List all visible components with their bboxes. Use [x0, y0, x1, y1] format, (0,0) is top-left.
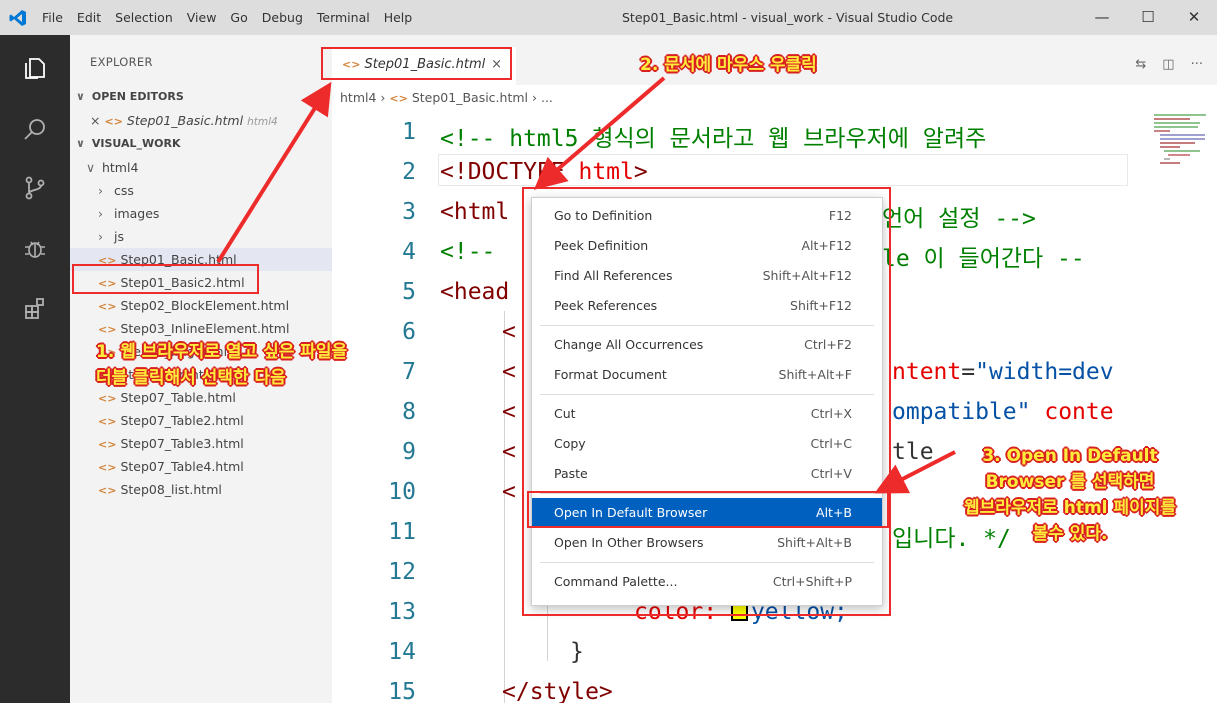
html-file-icon: <> — [98, 484, 117, 497]
window-title: Step01_Basic.html - visual_work - Visual… — [622, 10, 954, 25]
file-item[interactable]: <> Step07_Table3.html — [70, 432, 332, 455]
annotation-step1: 1. 웹 브라우저로 열고 싶은 파일을 더블 클릭해서 선택한 다음 — [96, 342, 348, 388]
code-line-6: < — [502, 319, 516, 345]
breadcrumb-file[interactable]: Step01_Basic.html — [412, 90, 528, 105]
explorer-icon[interactable] — [22, 55, 48, 81]
html-file-icon: <> — [98, 461, 117, 474]
minimize-button[interactable]: — — [1079, 0, 1125, 35]
vscode-logo-icon — [0, 0, 35, 35]
folder-images[interactable]: › images — [70, 202, 332, 225]
code-line-8-tail: ompatible" conte — [892, 399, 1114, 425]
line-number: 5 — [402, 279, 416, 305]
file-item[interactable]: <> Step02_BlockElement.html — [70, 294, 332, 317]
minimap[interactable] — [1150, 111, 1210, 181]
menu-edit[interactable]: Edit — [70, 0, 108, 35]
chevron-down-icon: ∨ — [76, 90, 85, 103]
explorer-header: EXPLORER — [90, 55, 153, 69]
annotation-step2: 2. 문서에 마우스 우클릭 — [640, 55, 817, 75]
source-control-icon[interactable] — [22, 175, 48, 201]
breadcrumb-folder[interactable]: html4 — [340, 90, 376, 105]
folder-js[interactable]: › js — [70, 225, 332, 248]
line-number: 9 — [402, 439, 416, 465]
code-line-15: </style> — [502, 679, 613, 703]
line-number: 11 — [388, 519, 416, 545]
line-number: 13 — [388, 599, 416, 625]
html-file-icon: <> — [98, 300, 117, 313]
menu-go[interactable]: Go — [223, 0, 254, 35]
code-line-7-tail: ntent="width=dev — [892, 359, 1114, 385]
code-line-5: <head — [440, 279, 510, 305]
annotation-step3: 3. Open In Default Browser 를 선택하면 웹브라우저로… — [963, 446, 1176, 544]
chevron-right-icon: › — [98, 206, 103, 221]
line-number: 3 — [402, 199, 416, 225]
code-line-9-tail: tle — [892, 439, 934, 465]
code-line-4: <!-- — [440, 239, 496, 265]
breadcrumb: html4 › <> Step01_Basic.html › ... — [332, 85, 1217, 111]
menu-view[interactable]: View — [180, 0, 224, 35]
code-line-3-tail: 언어 설정 --> — [882, 206, 1036, 232]
html-file-icon: <> — [98, 438, 117, 451]
code-line-2: <!DOCTYPE html> — [440, 159, 648, 185]
line-number: 2 — [402, 159, 416, 185]
close-editor-icon[interactable]: × — [90, 113, 100, 128]
line-number: 8 — [402, 399, 416, 425]
menu-terminal[interactable]: Terminal — [310, 0, 377, 35]
html-file-icon: <> — [98, 415, 117, 428]
breadcrumb-symbol[interactable]: ... — [541, 90, 553, 105]
maximize-button[interactable]: ☐ — [1125, 0, 1171, 35]
line-number: 4 — [402, 239, 416, 265]
workspace-section[interactable]: ∨ VISUAL_WORK — [70, 132, 332, 156]
line-number: 1 — [402, 119, 416, 145]
code-line-1: <!-- html5 형식의 문서라고 웹 브라우저에 알려주 — [440, 126, 987, 152]
split-editor-icon[interactable]: ◫ — [1162, 47, 1174, 83]
html-file-icon: <> — [98, 323, 117, 336]
open-editor-item[interactable]: × <> Step01_Basic.html html4 — [70, 109, 332, 132]
menu-item-highlight-box — [527, 491, 889, 528]
context-menu-highlight-box — [522, 187, 891, 616]
code-line-9: < — [502, 439, 516, 465]
activity-bar — [0, 35, 70, 703]
html-file-icon: <> — [98, 392, 117, 405]
debug-icon[interactable] — [22, 235, 48, 261]
code-line-14: } — [570, 639, 584, 665]
menu-selection[interactable]: Selection — [108, 0, 180, 35]
menu-debug[interactable]: Debug — [255, 0, 310, 35]
chevron-down-icon: ∨ — [76, 137, 85, 150]
file-item[interactable]: <> Step07_Table2.html — [70, 409, 332, 432]
menu-bar: File Edit Selection View Go Debug Termin… — [35, 0, 419, 35]
line-number: 14 — [388, 639, 416, 665]
line-number: 15 — [388, 679, 416, 703]
file-item[interactable]: <> Step08_list.html — [70, 478, 332, 501]
code-line-7: < — [502, 359, 516, 385]
line-number: 12 — [388, 559, 416, 585]
code-line-8: < — [502, 399, 516, 425]
code-line-4-tail: le 이 들어간다 -- — [882, 246, 1085, 272]
folder-html4[interactable]: ∨ html4 — [70, 156, 332, 179]
chevron-right-icon: › — [531, 90, 541, 105]
code-line-3: <html — [440, 199, 510, 225]
extensions-icon[interactable] — [22, 295, 48, 321]
chevron-right-icon: › — [98, 183, 103, 198]
html-file-icon: <> — [104, 115, 123, 128]
more-actions-icon[interactable]: ··· — [1191, 47, 1203, 83]
file-highlight-box — [72, 264, 259, 294]
tab-highlight-box — [321, 47, 512, 80]
open-editors-section[interactable]: ∨ OPEN EDITORS — [70, 85, 332, 109]
open-changes-icon[interactable]: ⇆ — [1135, 47, 1146, 83]
chevron-right-icon: › — [98, 229, 103, 244]
menu-file[interactable]: File — [35, 0, 70, 35]
search-icon[interactable] — [22, 117, 48, 143]
close-window-button[interactable]: ✕ — [1171, 0, 1217, 35]
title-bar: File Edit Selection View Go Debug Termin… — [0, 0, 1217, 35]
menu-help[interactable]: Help — [377, 0, 420, 35]
file-item[interactable]: <> Step03_InlineElement.html — [70, 317, 332, 340]
line-number: 10 — [388, 479, 416, 505]
code-line-10: < — [502, 479, 516, 505]
file-item[interactable]: <> Step07_Table4.html — [70, 455, 332, 478]
folder-css[interactable]: › css — [70, 179, 332, 202]
html-file-icon: <> — [389, 92, 408, 105]
chevron-down-icon: ∨ — [86, 160, 96, 175]
